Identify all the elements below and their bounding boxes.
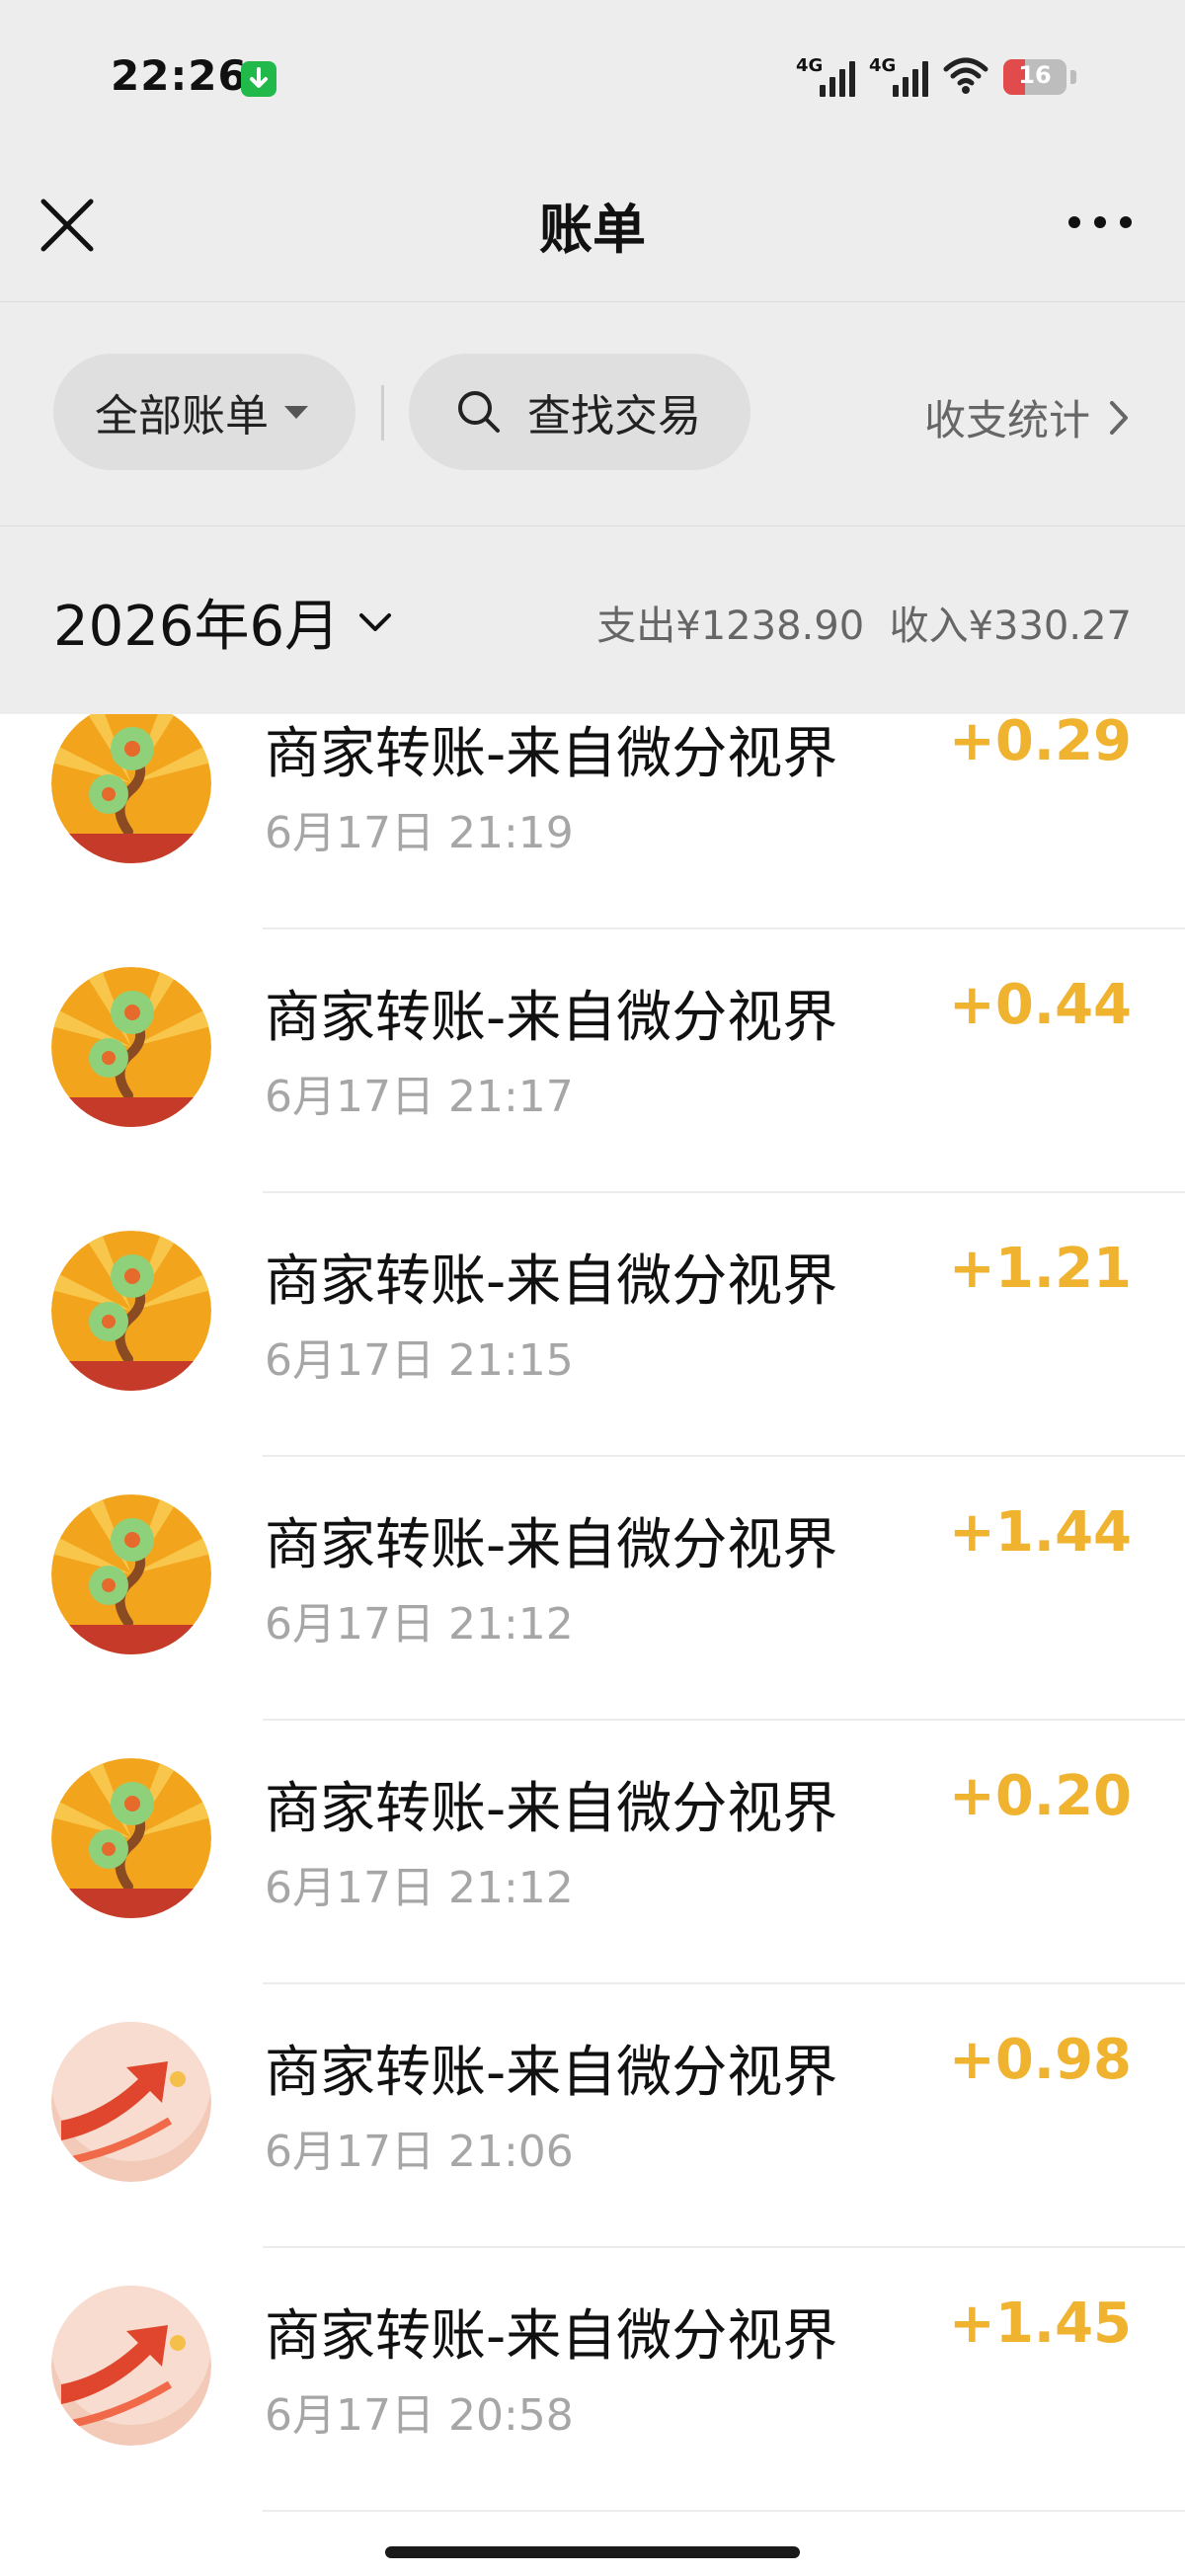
nav-bar: 账单 (0, 158, 1185, 302)
transaction-title: 商家转账-来自微分视界 (265, 1249, 838, 1314)
month-selector[interactable]: 2026年6月 (53, 582, 395, 662)
transaction-title: 商家转账-来自微分视界 (265, 722, 838, 786)
red-arrow-icon (51, 2022, 211, 2182)
filter-row: 全部账单 查找交易 收支统计 (0, 302, 1185, 526)
transaction-amount: +0.20 (948, 1764, 1132, 1828)
all-bills-dropdown[interactable]: 全部账单 (53, 354, 356, 470)
month-header: 2026年6月 支出¥1238.90 收入¥330.27 (0, 526, 1185, 714)
money-tree-icon (51, 967, 211, 1127)
page-title: 账单 (539, 199, 646, 261)
search-label: 查找交易 (527, 391, 701, 442)
transaction-amount: +0.44 (948, 973, 1132, 1037)
all-bills-label: 全部账单 (95, 391, 269, 442)
status-icons: 4G 4G 16 (796, 51, 1076, 103)
expense-total: 支出¥1238.90 (596, 604, 865, 649)
caret-down-icon (284, 405, 308, 419)
transaction-amount: +0.98 (948, 2028, 1132, 2092)
stats-link[interactable]: 收支统计 (924, 387, 1130, 447)
transaction-amount: +1.45 (948, 2292, 1132, 2356)
search-transactions-button[interactable]: 查找交易 (409, 354, 750, 470)
battery-level: 16 (1018, 61, 1052, 89)
signal-icon: 4G (796, 55, 855, 99)
battery-tip (1070, 70, 1076, 84)
transaction-row[interactable]: 商家转账-来自微分视界 6月17日 21:19 +0.29 (0, 714, 1185, 929)
status-bar: 22:26 4G 4G 16 (0, 0, 1185, 158)
more-dot-icon (1068, 216, 1080, 228)
more-dot-icon (1094, 216, 1106, 228)
transaction-time: 6月17日 21:17 (265, 1072, 574, 1122)
transaction-amount: +0.29 (948, 714, 1132, 773)
divider (381, 385, 384, 441)
transaction-row[interactable]: 商家转账-来自微分视界 6月17日 21:12 +0.20 (0, 1721, 1185, 1984)
transaction-row[interactable]: 商家转账-来自微分视界 6月17日 21:17 +0.44 (0, 929, 1185, 1193)
transaction-time: 6月17日 20:58 (265, 2390, 574, 2441)
chevron-down-icon (359, 612, 392, 631)
month-label: 2026年6月 (53, 595, 341, 659)
search-icon (458, 391, 500, 433)
more-button[interactable] (1061, 198, 1140, 247)
transaction-time: 6月17日 21:12 (265, 1863, 574, 1913)
transaction-row[interactable]: 商家转账-来自微分视界 6月17日 20:58 +1.45 (0, 2248, 1185, 2512)
battery-icon: 16 (1003, 59, 1066, 95)
transaction-title: 商家转账-来自微分视界 (265, 986, 838, 1050)
transaction-time: 6月17日 21:15 (265, 1335, 574, 1386)
transaction-amount: +1.44 (948, 1500, 1132, 1565)
chevron-right-icon (1110, 400, 1128, 435)
transaction-time: 6月17日 21:19 (265, 808, 574, 858)
money-tree-icon (51, 1231, 211, 1391)
download-icon (241, 61, 276, 97)
wifi-icon (942, 55, 989, 99)
transaction-time: 6月17日 21:12 (265, 1599, 574, 1650)
status-time: 22:26 (111, 51, 248, 100)
money-tree-icon (51, 1494, 211, 1654)
transaction-title: 商家转账-来自微分视界 (265, 2304, 838, 2369)
more-dot-icon (1120, 216, 1132, 228)
month-summary: 支出¥1238.90 收入¥330.27 (596, 594, 1132, 651)
stats-label: 收支统计 (923, 396, 1090, 444)
signal-icon: 4G (869, 55, 928, 99)
transaction-title: 商家转账-来自微分视界 (265, 2041, 838, 2105)
transaction-time: 6月17日 21:06 (265, 2127, 574, 2177)
income-total: 收入¥330.27 (889, 604, 1132, 649)
transaction-title: 商家转账-来自微分视界 (265, 1513, 838, 1577)
transaction-row[interactable]: 商家转账-来自微分视界 6月17日 21:15 +1.21 (0, 1193, 1185, 1457)
transaction-title: 商家转账-来自微分视界 (265, 1777, 838, 1841)
red-arrow-icon (51, 2286, 211, 2446)
row-divider (263, 2510, 1185, 2512)
transaction-amount: +1.21 (948, 1237, 1132, 1301)
money-tree-icon (51, 714, 211, 863)
home-indicator[interactable] (385, 2546, 800, 2558)
transaction-list[interactable]: 商家转账-来自微分视界 6月17日 21:19 +0.29 商家转账-来自微分视… (0, 714, 1185, 2522)
money-tree-icon (51, 1758, 211, 1918)
transaction-row[interactable]: 商家转账-来自微分视界 6月17日 21:06 +0.98 (0, 1984, 1185, 2248)
transaction-row[interactable]: 商家转账-来自微分视界 6月17日 21:12 +1.44 (0, 1457, 1185, 1721)
